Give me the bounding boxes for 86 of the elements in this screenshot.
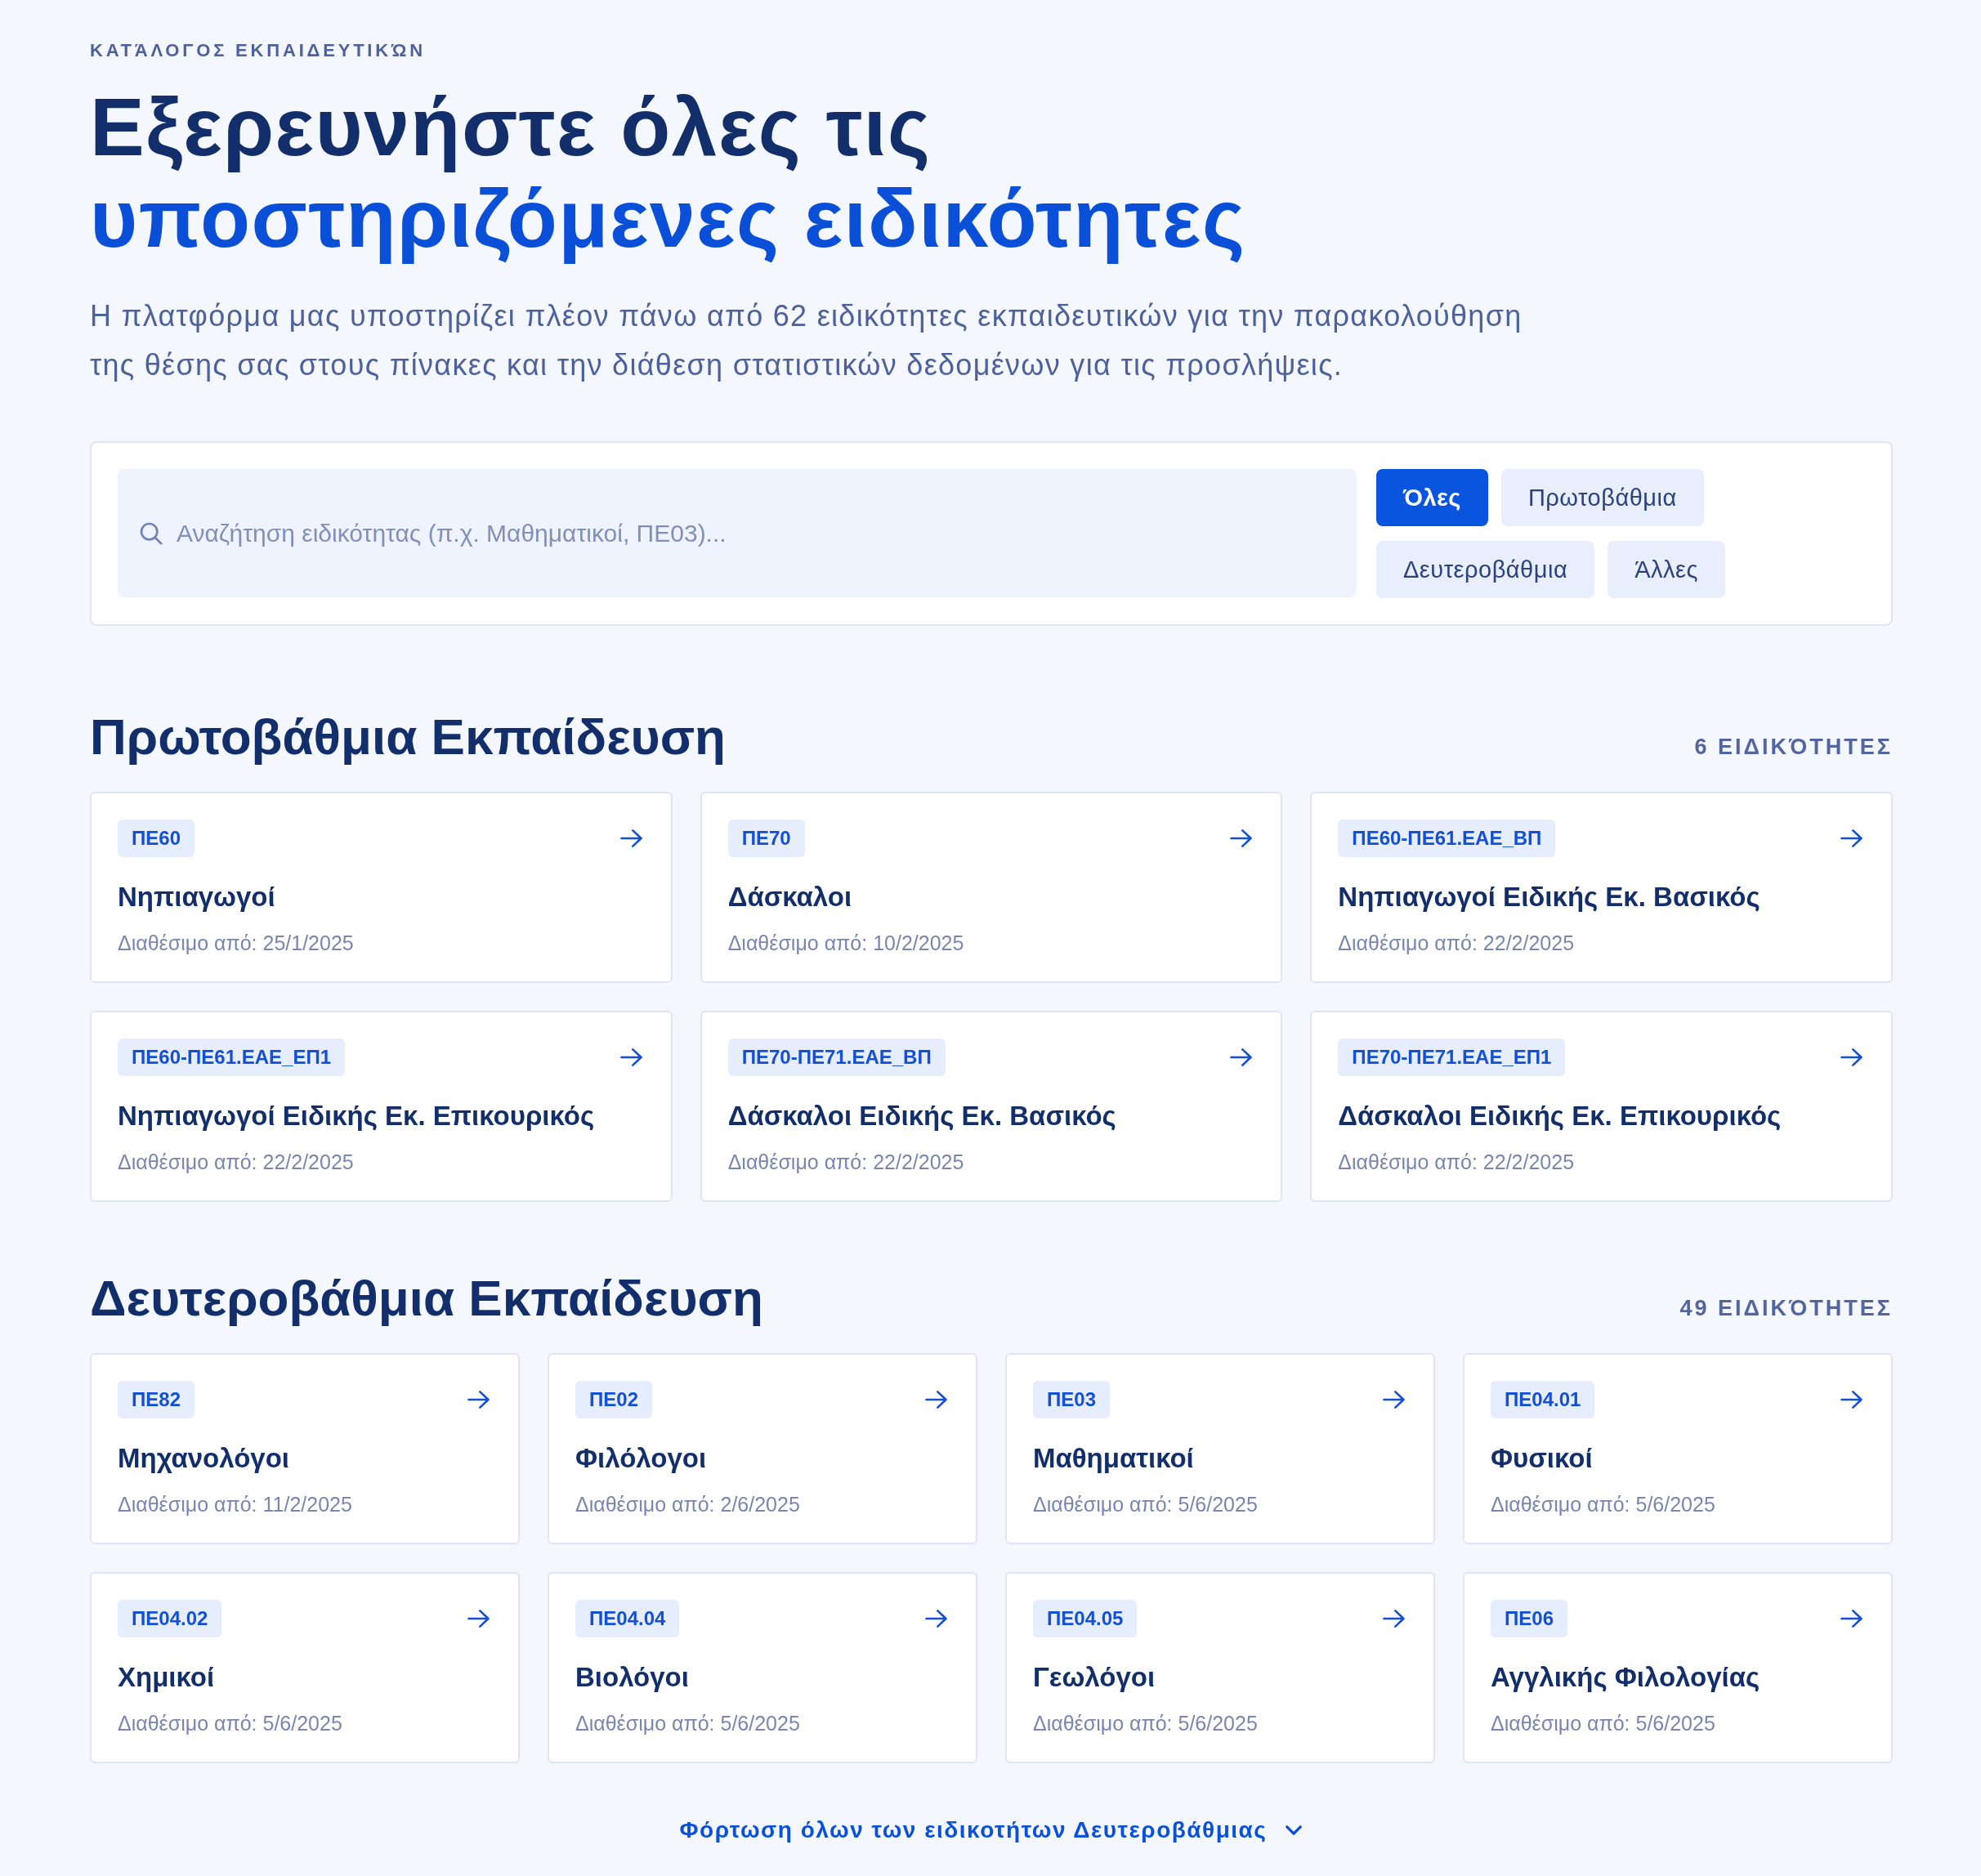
arrow-right-icon [924,1390,948,1409]
specialty-code: ΠΕ04.02 [118,1600,222,1637]
specialty-name: Αγγλικής Φιλολογίας [1491,1661,1760,1694]
arrow-right-icon [1382,1609,1406,1628]
page-title-highlight: υποστηριζόμενες ειδικότητες [90,172,1246,264]
eyebrow-label: ΚΑΤΆΛΟΓΟΣ ΕΚΠΑΙΔΕΥΤΙΚΏΝ [90,39,426,62]
specialty-card[interactable]: ΠΕ82 Μηχανολόγοι Διαθέσιμο από: 11/2/2025 [90,1353,520,1544]
specialty-card[interactable]: ΠΕ06 Αγγλικής Φιλολογίας Διαθέσιμο από: 5/6/2025 [1463,1572,1893,1763]
specialty-code: ΠΕ70-ΠΕ71.ΕΑΕ_ΒΠ [727,1038,946,1076]
specialty-card[interactable]: ΠΕ60-ΠΕ61.ΕΑΕ_ΕΠ1 Νηπιαγωγοί Ειδικής Εκ. Επικουρικός Διαθέσιμο από: 22/2/2025 [90,1011,673,1202]
availability-date: Διαθέσιμο από: 22/2/2025 [1338,1150,1575,1174]
specialty-card[interactable]: ΠΕ02 Φιλόλογοι Διαθέσιμο από: 2/6/2025 [548,1353,977,1544]
specialty-card[interactable]: ΠΕ04.05 Γεωλόγοι Διαθέσιμο από: 5/6/2025 [1005,1572,1435,1763]
specialty-name: Φιλόλογοι [575,1442,707,1475]
arrow-right-icon [924,1609,948,1628]
arrow-right-icon [1382,1390,1406,1409]
specialty-card[interactable]: ΠΕ03 Μαθηματικοί Διαθέσιμο από: 5/6/2025 [1005,1353,1435,1544]
load-more-link[interactable]: Φόρτωση όλων των ειδικοτήτων Δευτεροβάθμιας [679,1816,1304,1845]
search-icon [139,521,163,545]
specialty-card[interactable]: ΠΕ70 Δάσκαλοι Διαθέσιμο από: 10/2/2025 [700,792,1283,983]
specialty-code: ΠΕ06 [1491,1600,1568,1637]
specialty-code: ΠΕ70 [727,820,805,857]
filter-tab[interactable]: Όλες [1376,469,1488,526]
availability-date: Διαθέσιμο από: 22/2/2025 [118,1150,354,1174]
availability-date: Διαθέσιμο από: 22/2/2025 [727,1150,964,1174]
specialty-code: ΠΕ04.05 [1033,1600,1138,1637]
availability-date: Διαθέσιμο από: 5/6/2025 [1033,1711,1258,1735]
arrow-right-icon [619,829,643,848]
specialty-card[interactable]: ΠΕ60 Νηπιαγωγοί Διαθέσιμο από: 25/1/2025 [90,792,673,983]
specialty-code: ΠΕ04.01 [1491,1381,1595,1418]
filter-tab[interactable]: Δευτεροβάθμια [1376,541,1595,598]
specialty-code: ΠΕ70-ΠΕ71.ΕΑΕ_ΕΠ1 [1338,1038,1566,1076]
availability-date: Διαθέσιμο από: 22/2/2025 [1338,931,1575,955]
availability-date: Διαθέσιμο από: 5/6/2025 [575,1711,800,1735]
specialty-code: ΠΕ04.04 [575,1600,680,1637]
arrow-right-icon [467,1390,490,1409]
specialty-card[interactable]: ΠΕ04.01 Φυσικοί Διαθέσιμο από: 5/6/2025 [1463,1353,1893,1544]
specialty-name: Γεωλόγοι [1033,1661,1156,1694]
specialty-name: Μηχανολόγοι [118,1442,290,1475]
specialty-card[interactable]: ΠΕ70-ΠΕ71.ΕΑΕ_ΒΠ Δάσκαλοι Ειδικής Εκ. Βασικός Διαθέσιμο από: 22/2/2025 [700,1011,1283,1202]
specialty-name: Χημικοί [118,1661,215,1694]
specialty-code: ΠΕ60-ΠΕ61.ΕΑΕ_ΒΠ [1338,820,1556,857]
specialty-name: Νηπιαγωγοί [118,881,275,913]
specialty-code: ΠΕ02 [575,1381,653,1418]
availability-date: Διαθέσιμο από: 5/6/2025 [1033,1492,1258,1516]
specialty-code: ΠΕ60 [118,820,195,857]
availability-date: Διαθέσιμο από: 5/6/2025 [1491,1711,1715,1735]
chevron-down-icon [1285,1825,1304,1836]
section-heading: Δευτεροβάθμια Εκπαίδευση [90,1269,763,1328]
arrow-right-icon [1840,1390,1863,1409]
specialty-card[interactable]: ΠΕ60-ΠΕ61.ΕΑΕ_ΒΠ Νηπιαγωγοί Ειδικής Εκ. Βασικός Διαθέσιμο από: 22/2/2025 [1310,792,1893,983]
specialty-count: 49 ΕΙΔΙΚΌΤΗΤΕΣ [1679,1296,1893,1321]
availability-date: Διαθέσιμο από: 5/6/2025 [118,1711,342,1735]
specialty-name: Βιολόγοι [575,1661,689,1694]
specialty-name: Φυσικοί [1491,1442,1593,1475]
arrow-right-icon [1840,1047,1863,1067]
filter-tab[interactable]: Άλλες [1608,541,1725,598]
availability-date: Διαθέσιμο από: 10/2/2025 [727,931,964,955]
arrow-right-icon [619,1047,643,1067]
specialty-name: Μαθηματικοί [1033,1442,1194,1475]
specialty-count: 6 ΕΙΔΙΚΌΤΗΤΕΣ [1694,735,1893,760]
specialty-name: Δάσκαλοι [727,881,852,913]
search-field[interactable]: Αναζήτηση ειδικότητας (π.χ. Μαθηματικοί, ΠΕ03)... [118,469,1357,597]
intro-paragraph: Η πλατφόρμα μας υποστηρίζει πλέον πάνω από 62 ειδικότητες εκπαιδευτικών για την παρακολούθηση της θέσης σας στους πίνακες και την διάθεση στατιστικών δεδομένων για τις προσλήψεις. [90,298,1523,383]
specialty-name: Δάσκαλοι Ειδικής Εκ. Βασικός [727,1100,1116,1132]
specialty-name: Δάσκαλοι Ειδικής Εκ. Επικουρικός [1338,1100,1782,1132]
section-heading: Πρωτοβάθμια Εκπαίδευση [90,708,726,766]
availability-date: Διαθέσιμο από: 2/6/2025 [575,1492,800,1516]
filter-tab[interactable]: Πρωτοβάθμια [1500,469,1704,526]
specialty-name: Νηπιαγωγοί Ειδικής Εκ. Βασικός [1338,881,1760,913]
availability-date: Διαθέσιμο από: 25/1/2025 [118,931,354,955]
specialty-code: ΠΕ60-ΠΕ61.ΕΑΕ_ΕΠ1 [118,1038,346,1076]
specialty-name: Νηπιαγωγοί Ειδικής Εκ. Επικουρικός [118,1100,595,1132]
arrow-right-icon [467,1609,490,1628]
specialty-card[interactable]: ΠΕ04.02 Χημικοί Διαθέσιμο από: 5/6/2025 [90,1572,520,1763]
specialty-card[interactable]: ΠΕ70-ΠΕ71.ΕΑΕ_ΕΠ1 Δάσκαλοι Ειδικής Εκ. Επικουρικός Διαθέσιμο από: 22/2/2025 [1310,1011,1893,1202]
arrow-right-icon [1229,1047,1254,1067]
availability-date: Διαθέσιμο από: 11/2/2025 [118,1492,352,1516]
availability-date: Διαθέσιμο από: 5/6/2025 [1491,1492,1715,1516]
arrow-right-icon [1229,829,1254,848]
specialty-code: ΠΕ03 [1033,1381,1111,1418]
page-title: Εξερευνήστε όλες τις [90,81,932,172]
specialty-code: ΠΕ82 [118,1381,195,1418]
arrow-right-icon [1840,829,1863,848]
arrow-right-icon [1840,1609,1863,1628]
specialty-card[interactable]: ΠΕ04.04 Βιολόγοι Διαθέσιμο από: 5/6/2025 [548,1572,977,1763]
